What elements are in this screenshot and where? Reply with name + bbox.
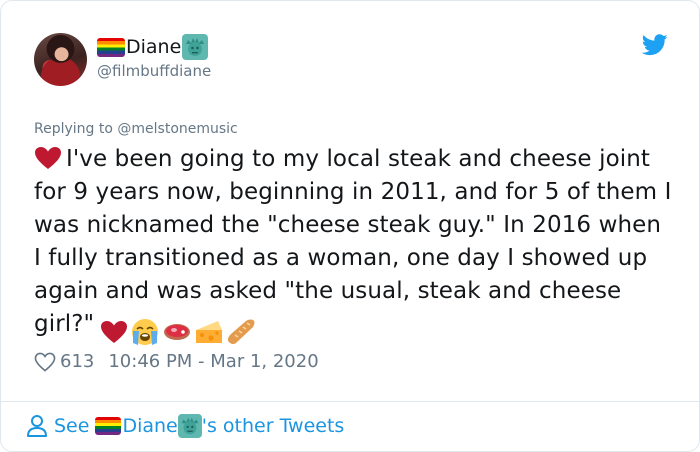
- tweet-card: Diane @filmbuffdiane Replying to @melsto…: [0, 0, 700, 452]
- rainbow-flag-icon: [97, 37, 125, 57]
- footer-display-name: Diane: [122, 415, 178, 437]
- like-count[interactable]: 613: [60, 351, 94, 372]
- statue-of-liberty-icon: [182, 34, 209, 60]
- person-icon: [27, 415, 47, 437]
- tweet-body: I've been going to my local steak and ch…: [34, 143, 674, 348]
- avatar[interactable]: [34, 33, 87, 86]
- twitter-bird-icon[interactable]: [642, 34, 668, 56]
- cheese-wedge-icon: [196, 320, 223, 343]
- replying-to: Replying to @melstonemusic: [34, 121, 238, 137]
- user-handle[interactable]: @filmbuffdiane: [97, 62, 211, 80]
- replying-prefix: Replying to: [34, 121, 113, 137]
- timestamp[interactable]: 10:46 PM - Mar 1, 2020: [108, 351, 318, 372]
- display-name[interactable]: Diane: [126, 35, 181, 59]
- user-name-row[interactable]: Diane: [97, 34, 209, 60]
- loudly-crying-face-icon: [132, 318, 159, 345]
- emoji-sequence: [100, 315, 258, 348]
- red-heart-emoji-icon: [101, 320, 128, 343]
- see-other-tweets-link[interactable]: See Diane 's other Tweets: [26, 414, 344, 438]
- tweet-text: I've been going to my local steak and ch…: [34, 146, 672, 337]
- red-heart-emoji-icon: [35, 147, 61, 169]
- statue-of-liberty-icon: [177, 414, 202, 438]
- rainbow-flag-icon: [95, 417, 122, 435]
- see-label: See: [54, 415, 90, 437]
- cut-of-meat-icon: [164, 323, 191, 340]
- reply-handle-link[interactable]: @melstonemusic: [117, 121, 237, 137]
- heart-outline-icon[interactable]: [34, 352, 56, 372]
- baguette-bread-icon: [228, 319, 255, 344]
- other-tweets-label: 's other Tweets: [201, 415, 345, 437]
- divider: [1, 401, 699, 402]
- tweet-meta: 613 10:46 PM - Mar 1, 2020: [34, 351, 319, 372]
